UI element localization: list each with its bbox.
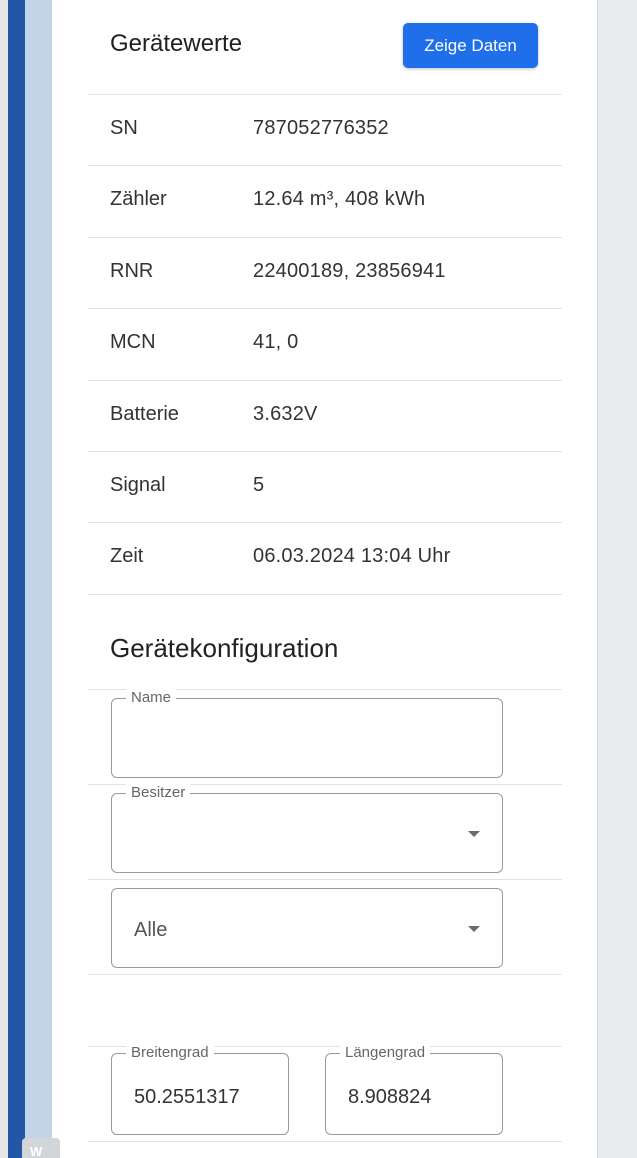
- row-value: 12.64 m³, 408 kWh: [253, 188, 426, 210]
- sidebar-rail-dark: [8, 0, 25, 1158]
- device-values-header: Gerätewerte Zeige Daten: [52, 0, 597, 94]
- value-row-signal: Signal 5: [52, 451, 597, 522]
- row-label: RNR: [110, 260, 154, 282]
- value-row-sn: SN 787052776352: [52, 94, 597, 165]
- row-label: Batterie: [110, 403, 179, 425]
- row-value: 41, 0: [253, 331, 299, 353]
- latitude-field-value: 50.2551317: [134, 1086, 240, 1108]
- row-value: 3.632V: [253, 403, 318, 425]
- latitude-field[interactable]: Breitengrad 50.2551317: [111, 1044, 289, 1135]
- right-scroll-area: [597, 0, 637, 1158]
- divider: [88, 974, 562, 975]
- divider: [88, 879, 562, 880]
- filter-select-value: Alle: [134, 919, 168, 941]
- value-row-battery: Batterie 3.632V: [52, 380, 597, 451]
- device-panel: Gerätewerte Zeige Daten SN 787052776352 …: [52, 0, 597, 1158]
- row-label: Signal: [110, 474, 166, 496]
- left-edge: [0, 0, 8, 1158]
- filter-select[interactable]: Alle: [111, 888, 503, 968]
- device-config-title: Gerätekonfiguration: [110, 633, 339, 663]
- row-value: 22400189, 23856941: [253, 260, 446, 282]
- row-value: 787052776352: [253, 117, 389, 139]
- longitude-field-value: 8.908824: [348, 1086, 432, 1108]
- chevron-down-icon: [468, 831, 480, 837]
- longitude-field[interactable]: Längengrad 8.908824: [325, 1044, 503, 1135]
- row-label: SN: [110, 117, 138, 139]
- watermark-badge: W: [22, 1138, 60, 1158]
- longitude-field-label: Längengrad: [340, 1044, 431, 1061]
- divider: [88, 1141, 562, 1142]
- device-values-title: Gerätewerte: [110, 30, 243, 57]
- name-field-label: Name: [126, 689, 177, 706]
- chevron-down-icon: [468, 926, 480, 932]
- value-row-rnr: RNR 22400189, 23856941: [52, 237, 597, 308]
- app-frame: Gerätewerte Zeige Daten SN 787052776352 …: [0, 0, 637, 1158]
- divider: [88, 594, 562, 595]
- row-label: MCN: [110, 331, 156, 353]
- value-row-mcn: MCN 41, 0: [52, 308, 597, 379]
- row-label: Zähler: [110, 188, 167, 210]
- owner-select[interactable]: Besitzer: [111, 784, 503, 873]
- row-label: Zeit: [110, 545, 144, 567]
- sidebar-rail-light: [25, 0, 52, 1158]
- row-value: 5: [253, 474, 265, 496]
- value-row-time: Zeit 06.03.2024 13:04 Uhr: [52, 522, 597, 593]
- owner-select-label: Besitzer: [126, 784, 191, 801]
- name-field[interactable]: Name: [111, 689, 503, 778]
- value-row-counter: Zähler 12.64 m³, 408 kWh: [52, 165, 597, 236]
- row-value: 06.03.2024 13:04 Uhr: [253, 545, 451, 567]
- show-data-button[interactable]: Zeige Daten: [403, 23, 538, 68]
- latitude-field-label: Breitengrad: [126, 1044, 214, 1061]
